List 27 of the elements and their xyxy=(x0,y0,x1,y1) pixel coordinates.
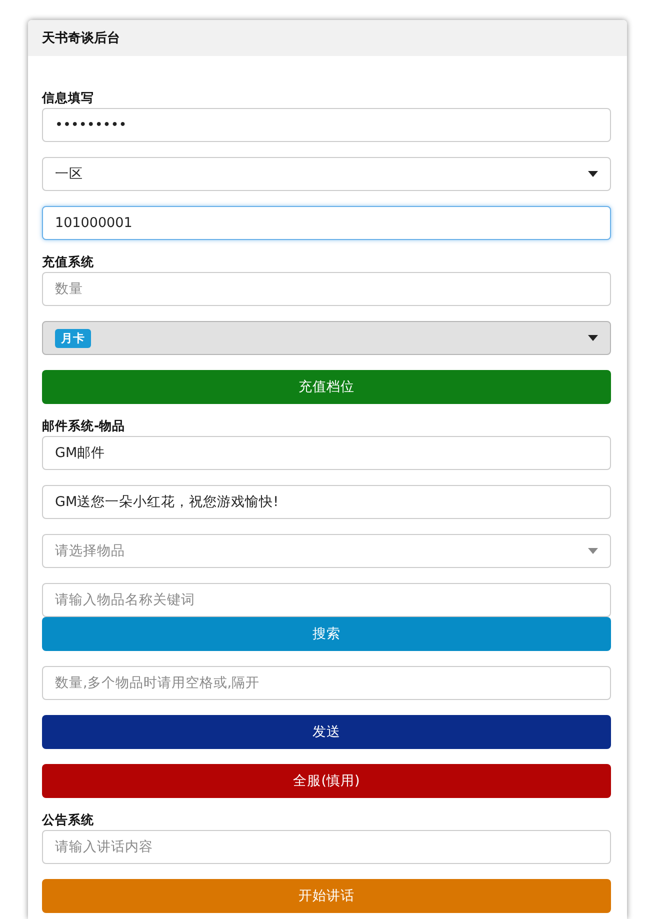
password-field[interactable]: ••••••••• xyxy=(42,108,611,142)
input-field[interactable]: 请输入物品名称关键词 xyxy=(42,583,611,617)
panel-title: 天书奇谈后台 xyxy=(42,30,120,47)
select-field[interactable]: 请选择物品 xyxy=(42,534,611,568)
input-field[interactable]: 数量,多个物品时请用空格或,隔开 xyxy=(42,666,611,700)
caret-icon xyxy=(588,171,598,177)
input-field[interactable]: 请输入讲话内容 xyxy=(42,830,611,864)
select-value: 一区 xyxy=(55,165,83,183)
caret-icon xyxy=(588,548,598,554)
action-button[interactable]: 全服(慎用) xyxy=(42,764,611,798)
action-button[interactable]: 充值档位 xyxy=(42,370,611,404)
action-button[interactable]: 搜索 xyxy=(42,617,611,651)
caret-icon xyxy=(588,335,598,341)
section-label: 公告系统 xyxy=(42,812,95,828)
input-field[interactable]: GM邮件 xyxy=(42,436,611,470)
select-field[interactable]: 一区 xyxy=(42,157,611,191)
action-button[interactable]: 发送 xyxy=(42,715,611,749)
input-field[interactable]: 数量 xyxy=(42,272,611,306)
input-field[interactable]: 101000001 xyxy=(42,206,611,240)
select-field[interactable]: 月卡 xyxy=(42,321,611,355)
section-label: 充值系统 xyxy=(42,254,95,270)
action-button[interactable]: 开始讲话 xyxy=(42,879,611,913)
select-value: 请选择物品 xyxy=(55,542,125,560)
input-field[interactable]: GM送您一朵小红花，祝您游戏愉快! xyxy=(42,485,611,519)
tag-chip: 月卡 xyxy=(55,328,91,348)
section-label: 信息填写 xyxy=(42,90,95,106)
section-label: 邮件系统-物品 xyxy=(42,418,126,434)
